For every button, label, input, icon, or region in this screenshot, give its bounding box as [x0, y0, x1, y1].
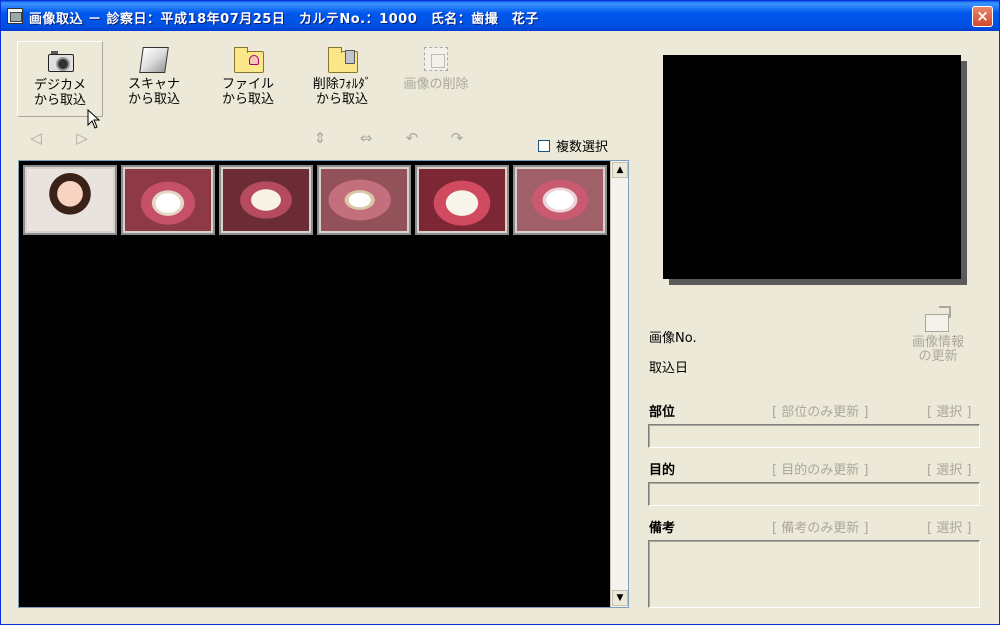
import-from-deleted-folder-label: 削除ﾌｫﾙﾀﾞ から取込 — [312, 77, 372, 107]
image-number-label: 画像No. — [649, 331, 697, 346]
thumbnail-side-teeth[interactable] — [317, 165, 411, 235]
update-site-only-link[interactable]: [ 部位のみ更新 ] — [772, 401, 868, 420]
teeth-photo — [223, 169, 309, 231]
notes-label: 備考 — [649, 521, 676, 536]
site-field[interactable] — [648, 424, 980, 448]
title-bar: 画像取込 － 診察日：平成18年07月25日 カルテNo.：1000 氏名：歯撮… — [1, 1, 999, 31]
previous-image-icon[interactable]: ◁ — [27, 129, 45, 147]
delete-image-label: 画像の削除 — [403, 77, 469, 92]
image-import-window: 画像取込 － 診察日：平成18年07月25日 カルテNo.：1000 氏名：歯撮… — [0, 0, 1000, 625]
close-button[interactable]: × — [972, 6, 993, 27]
teeth-photo — [125, 169, 211, 231]
select-site-link[interactable]: [ 選択 ] — [927, 401, 971, 420]
thumbnail-lower-arch[interactable] — [219, 165, 313, 235]
select-notes-link[interactable]: [ 選択 ] — [927, 517, 971, 536]
scanner-icon — [137, 45, 171, 75]
select-purpose-link[interactable]: [ 選択 ] — [927, 459, 971, 478]
window-title: 画像取込 － 診察日：平成18年07月25日 カルテNo.：1000 氏名：歯撮… — [29, 12, 539, 27]
rotate-left-icon[interactable]: ↶ — [401, 129, 423, 147]
face-photo — [27, 169, 113, 231]
multi-select-label: 複数選択 — [556, 140, 609, 155]
thumbnail-gallery[interactable]: ▲ ▼ — [18, 160, 629, 608]
thumbnail-front-teeth[interactable] — [121, 165, 215, 235]
flip-vertical-icon[interactable]: ⇕ — [309, 129, 331, 147]
flip-horizontal-icon[interactable]: ⇔ — [355, 129, 377, 147]
notes-field[interactable] — [648, 540, 980, 608]
folder-icon — [231, 45, 265, 75]
app-icon — [7, 8, 23, 24]
thumbnail-face[interactable] — [23, 165, 117, 235]
scroll-up-button[interactable]: ▲ — [612, 162, 628, 178]
camera-icon — [43, 46, 77, 76]
update-image-info-button[interactable]: 画像情報 の更新 — [906, 306, 970, 364]
update-purpose-only-link[interactable]: [ 目的のみ更新 ] — [772, 459, 868, 478]
multi-select-checkbox-box[interactable] — [538, 140, 550, 152]
deleted-folder-icon — [325, 45, 359, 75]
delete-image-button[interactable]: 画像の削除 — [393, 41, 479, 117]
site-label: 部位 — [649, 405, 676, 420]
import-from-scanner-button[interactable]: スキャナ から取込 — [113, 41, 195, 117]
import-from-deleted-folder-button[interactable]: 削除ﾌｫﾙﾀﾞ から取込 — [301, 41, 383, 117]
teeth-photo — [419, 169, 505, 231]
rotate-right-icon[interactable]: ↷ — [446, 129, 468, 147]
thumbnail-smile[interactable] — [415, 165, 509, 235]
import-from-camera-button[interactable]: デジカメ から取込 — [17, 41, 103, 117]
gallery-scrollbar[interactable]: ▲ ▼ — [610, 161, 628, 607]
image-preview — [663, 55, 961, 279]
scroll-down-button[interactable]: ▼ — [612, 590, 628, 606]
import-from-camera-label: デジカメ から取込 — [33, 78, 86, 108]
thumbnail-front-bite[interactable] — [513, 165, 607, 235]
update-image-info-label: 画像情報 の更新 — [911, 335, 964, 364]
import-from-file-button[interactable]: ファイル から取込 — [206, 41, 290, 117]
import-from-scanner-label: スキャナ から取込 — [127, 77, 180, 107]
update-info-icon — [923, 306, 953, 332]
delete-image-icon — [419, 45, 453, 75]
teeth-photo — [517, 169, 603, 231]
next-image-icon[interactable]: ▷ — [73, 129, 91, 147]
purpose-label: 目的 — [649, 463, 676, 478]
multi-select-checkbox[interactable]: 複数選択 — [538, 136, 608, 155]
import-date-label: 取込日 — [649, 361, 689, 376]
import-from-file-label: ファイル から取込 — [221, 77, 274, 107]
update-notes-only-link[interactable]: [ 備考のみ更新 ] — [772, 517, 868, 536]
purpose-field[interactable] — [648, 482, 980, 506]
teeth-photo — [321, 169, 407, 231]
